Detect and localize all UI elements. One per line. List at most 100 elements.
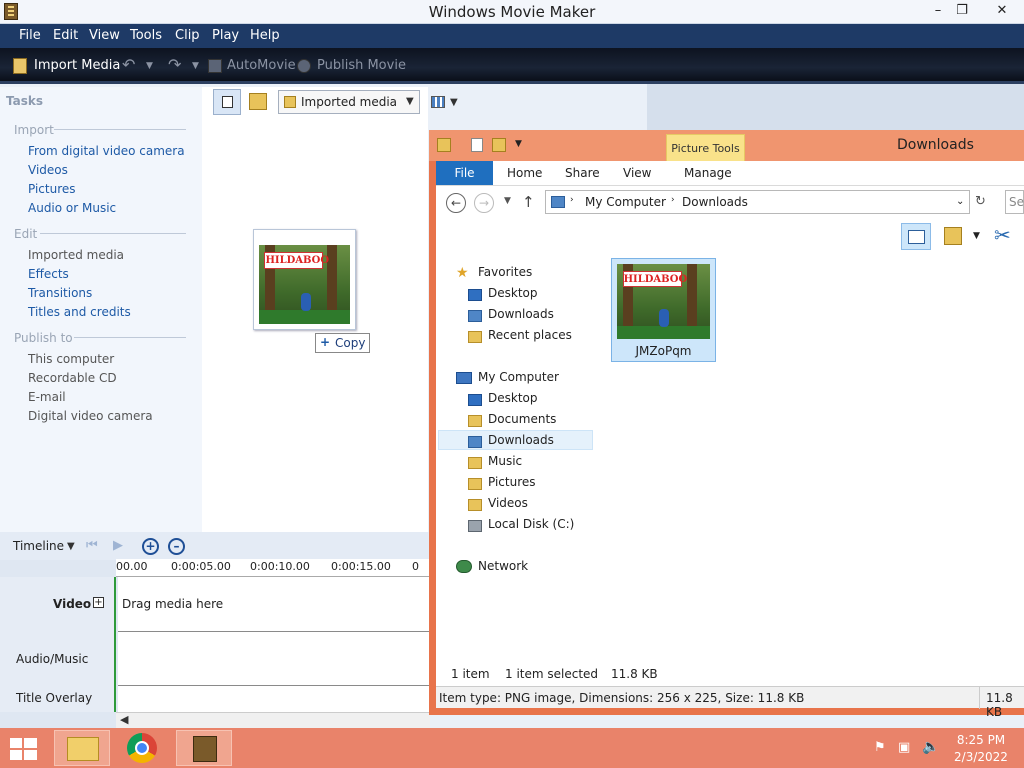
quick-access-dropdown-icon[interactable]: ▼: [515, 139, 522, 149]
rewind-icon[interactable]: ⏮: [86, 538, 98, 553]
tab-home[interactable]: Home: [507, 166, 542, 180]
nav-fav-desktop[interactable]: Desktop: [488, 286, 538, 300]
undo-dropdown-icon[interactable]: ▼: [146, 61, 153, 71]
menu-edit[interactable]: Edit: [53, 28, 78, 43]
nav-network[interactable]: Network: [478, 559, 528, 573]
ribbon-tabs: Home Share View Manage: [436, 161, 1024, 185]
breadcrumb-my-computer[interactable]: My Computer: [585, 195, 666, 209]
tasks-view-toggle-button[interactable]: [213, 89, 241, 115]
nav-pc-videos[interactable]: Videos: [488, 496, 528, 510]
publish-movie-button[interactable]: Publish Movie: [317, 58, 406, 73]
menu-help[interactable]: Help: [250, 28, 280, 43]
nav-pc-desktop[interactable]: Desktop: [488, 391, 538, 405]
nav-pc-downloads[interactable]: Downloads: [488, 433, 554, 447]
video-track[interactable]: Drag media here: [118, 577, 430, 632]
task-effects[interactable]: Effects: [28, 267, 69, 281]
clock-time[interactable]: 8:25 PM: [950, 733, 1012, 747]
volume-icon[interactable]: 🔈: [922, 739, 939, 755]
title-overlay-track-label: Title Overlay: [16, 691, 93, 705]
explorer-folder-icon: [437, 138, 451, 152]
timeline-ruler[interactable]: 00.00 0:00:05.00 0:00:10.00 0:00:15.00 0: [116, 559, 430, 577]
task-publish-email[interactable]: E-mail: [28, 390, 66, 404]
nav-favorites[interactable]: Favorites: [478, 265, 532, 279]
task-from-digital-video-camera[interactable]: From digital video camera: [28, 144, 185, 158]
dragged-media-thumbnail[interactable]: HILDABOO: [253, 229, 356, 330]
task-titles-and-credits[interactable]: Titles and credits: [28, 305, 131, 319]
forward-icon[interactable]: →: [474, 193, 494, 213]
task-import-pictures[interactable]: Pictures: [28, 182, 76, 196]
menu-view[interactable]: View: [89, 28, 120, 43]
up-icon[interactable]: ↑: [522, 193, 535, 211]
redo-icon[interactable]: ↷: [168, 55, 181, 74]
timeline-horizontal-scrollbar[interactable]: ◀: [116, 712, 430, 728]
tab-view[interactable]: View: [623, 166, 651, 180]
restore-button[interactable]: ❐: [950, 2, 974, 20]
new-folder-icon[interactable]: [492, 138, 506, 152]
timeline-dropdown-chevron-icon[interactable]: ▼: [67, 541, 75, 552]
clock-date[interactable]: 2/3/2022: [950, 750, 1012, 764]
refresh-icon[interactable]: ↻: [975, 194, 986, 209]
menu-tools[interactable]: Tools: [130, 28, 162, 43]
import-media-icon: [13, 58, 27, 74]
select-folder-icon[interactable]: [944, 227, 962, 245]
select-dropdown-icon[interactable]: ▼: [973, 231, 980, 241]
close-button[interactable]: ✕: [986, 2, 1018, 20]
title-overlay-track[interactable]: [118, 686, 430, 712]
windows-start-icon[interactable]: [10, 738, 38, 760]
search-box[interactable]: Se: [1005, 190, 1024, 214]
expand-video-track-icon[interactable]: +: [93, 597, 104, 608]
address-dropdown-icon[interactable]: ⌄: [956, 196, 964, 207]
network-tray-icon[interactable]: ▣: [898, 740, 910, 755]
preview-pane-button[interactable]: [901, 223, 931, 250]
file-item-selected[interactable]: HILDABOO JMZoPqm: [611, 258, 716, 362]
tab-file[interactable]: File: [436, 161, 493, 185]
timeline-dropdown[interactable]: Timeline: [13, 539, 64, 553]
task-publish-recordable-cd[interactable]: Recordable CD: [28, 371, 117, 385]
address-bar[interactable]: › My Computer › Downloads ⌄: [545, 190, 970, 214]
nav-fav-recent-places[interactable]: Recent places: [488, 328, 572, 342]
properties-icon[interactable]: [471, 138, 483, 152]
views-dropdown-icon[interactable]: ▼: [450, 97, 458, 108]
tab-manage[interactable]: Manage: [684, 166, 732, 180]
task-import-videos[interactable]: Videos: [28, 163, 68, 177]
play-icon[interactable]: ▶: [113, 538, 123, 553]
audio-music-track[interactable]: [118, 632, 430, 686]
action-center-flag-icon[interactable]: ⚑: [874, 740, 886, 755]
nav-fav-downloads[interactable]: Downloads: [488, 307, 554, 321]
taskbar-chrome[interactable]: [115, 730, 171, 766]
undo-icon[interactable]: ↶: [122, 55, 135, 74]
minimize-button[interactable]: –: [926, 2, 950, 20]
taskbar-file-explorer[interactable]: [54, 730, 110, 766]
back-icon[interactable]: ←: [446, 193, 466, 213]
menu-play[interactable]: Play: [212, 28, 239, 43]
task-transitions[interactable]: Transitions: [28, 286, 92, 300]
recent-locations-dropdown-icon[interactable]: ▼: [504, 196, 511, 206]
pictures-icon: [468, 478, 482, 490]
collection-select[interactable]: Imported media ▼: [278, 90, 420, 114]
task-imported-media[interactable]: Imported media: [28, 248, 124, 262]
task-publish-digital-video-camera[interactable]: Digital video camera: [28, 409, 153, 423]
automovie-button[interactable]: AutoMovie: [227, 58, 296, 73]
nav-pc-local-disk[interactable]: Local Disk (C:): [488, 517, 574, 531]
task-publish-this-computer[interactable]: This computer: [28, 352, 114, 366]
nav-my-computer[interactable]: My Computer: [478, 370, 559, 384]
breadcrumb-downloads[interactable]: Downloads: [682, 195, 748, 209]
zoom-out-icon[interactable]: –: [168, 538, 185, 555]
task-import-audio-music[interactable]: Audio or Music: [28, 201, 116, 215]
taskbar-movie-maker[interactable]: [176, 730, 232, 766]
nav-pc-pictures[interactable]: Pictures: [488, 475, 536, 489]
nav-pc-documents[interactable]: Documents: [488, 412, 556, 426]
views-icon[interactable]: [431, 96, 445, 108]
timeline-tracks[interactable]: Drag media here: [118, 577, 430, 712]
thumbnail-banner-text: HILDABOO: [264, 252, 329, 270]
collections-folder-icon[interactable]: [249, 93, 267, 110]
menu-file[interactable]: File: [19, 28, 41, 43]
cut-icon[interactable]: ✂: [994, 223, 1011, 247]
menu-clip[interactable]: Clip: [175, 28, 200, 43]
nav-pc-music[interactable]: Music: [488, 454, 522, 468]
redo-dropdown-icon[interactable]: ▼: [192, 61, 199, 71]
scroll-left-icon[interactable]: ◀: [120, 713, 128, 726]
tab-share[interactable]: Share: [565, 166, 600, 180]
zoom-in-icon[interactable]: +: [142, 538, 159, 555]
import-media-button[interactable]: Import Media: [34, 58, 120, 73]
